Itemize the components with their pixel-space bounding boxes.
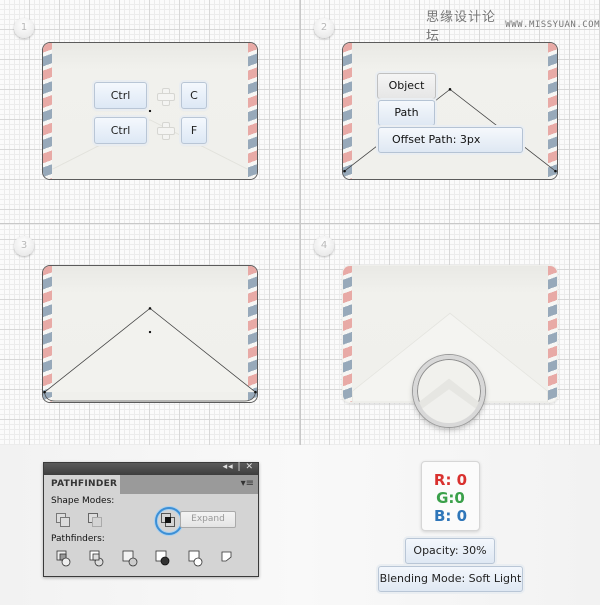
plus-icon [157,88,175,106]
rgb-color-card: R: 0 G:0 B: 0 [421,461,480,531]
outline-icon[interactable] [188,550,203,567]
panel-tab-row: PATHFINDER ▾≡ [44,475,258,494]
envelope-flap-lines [52,109,248,170]
key-ctrl-2: Ctrl [94,117,147,144]
pathfinders-label: Pathfinders: [51,534,105,544]
envelope-step-1 [42,42,258,180]
green-value: G:0 [436,489,465,507]
crop-icon[interactable] [155,550,170,566]
blue-value: B: 0 [433,507,468,525]
merge-icon[interactable] [122,550,138,567]
menu-path[interactable]: Path [378,100,435,126]
red-value: R: 0 [433,471,468,489]
trim-icon[interactable] [89,550,104,567]
step-badge-1: 1 [14,18,34,38]
envelope-step-2 [342,42,558,180]
key-c: C [181,82,207,109]
unite-icon[interactable] [56,513,72,529]
pathfinder-buttons [56,550,232,567]
shape-modes-label: Shape Modes: [51,496,115,506]
blending-mode-label: Blending Mode: Soft Light [378,566,523,592]
minus-back-icon[interactable] [221,551,232,562]
opacity-label: Opacity: 30% [405,538,495,564]
magnified-flap-shadow [417,378,481,423]
menu-offset-path[interactable]: Offset Path: 3px [378,127,523,153]
intersect-icon[interactable] [161,513,177,529]
step-badge-3: 3 [14,236,34,256]
quadrant-divider-horizontal [0,223,600,224]
tab-pathfinder[interactable]: PATHFINDER [44,475,120,494]
key-f: F [181,117,207,144]
watermark-site-name: 思缘设计论坛 [426,10,497,44]
watermark: 思缘设计论坛 WWW.MISSYUAN.COM [426,6,600,44]
minus-front-icon[interactable] [88,513,104,529]
envelope-step-3 [42,265,258,403]
panel-collapse-close-icons[interactable]: ◂◂ | ✕ [223,462,254,472]
pathfinder-panel: ◂◂ | ✕ PATHFINDER ▾≡ Shape Modes: Expand… [43,462,259,577]
expand-button[interactable]: Expand [180,511,236,528]
divide-icon[interactable] [56,550,71,567]
panel-titlebar[interactable]: ◂◂ | ✕ [44,462,258,475]
magnifier-lens [413,355,485,427]
step-badge-2: 2 [314,18,334,38]
key-ctrl-1: Ctrl [94,82,147,109]
plus-icon [157,122,175,140]
menu-object[interactable]: Object [377,73,436,99]
step-badge-4: 4 [314,236,334,256]
envelope-flap-path [343,88,557,173]
panel-menu-icon[interactable]: ▾≡ [241,478,254,489]
envelope-flap-path [43,307,257,402]
watermark-url: WWW.MISSYUAN.COM [505,20,600,30]
